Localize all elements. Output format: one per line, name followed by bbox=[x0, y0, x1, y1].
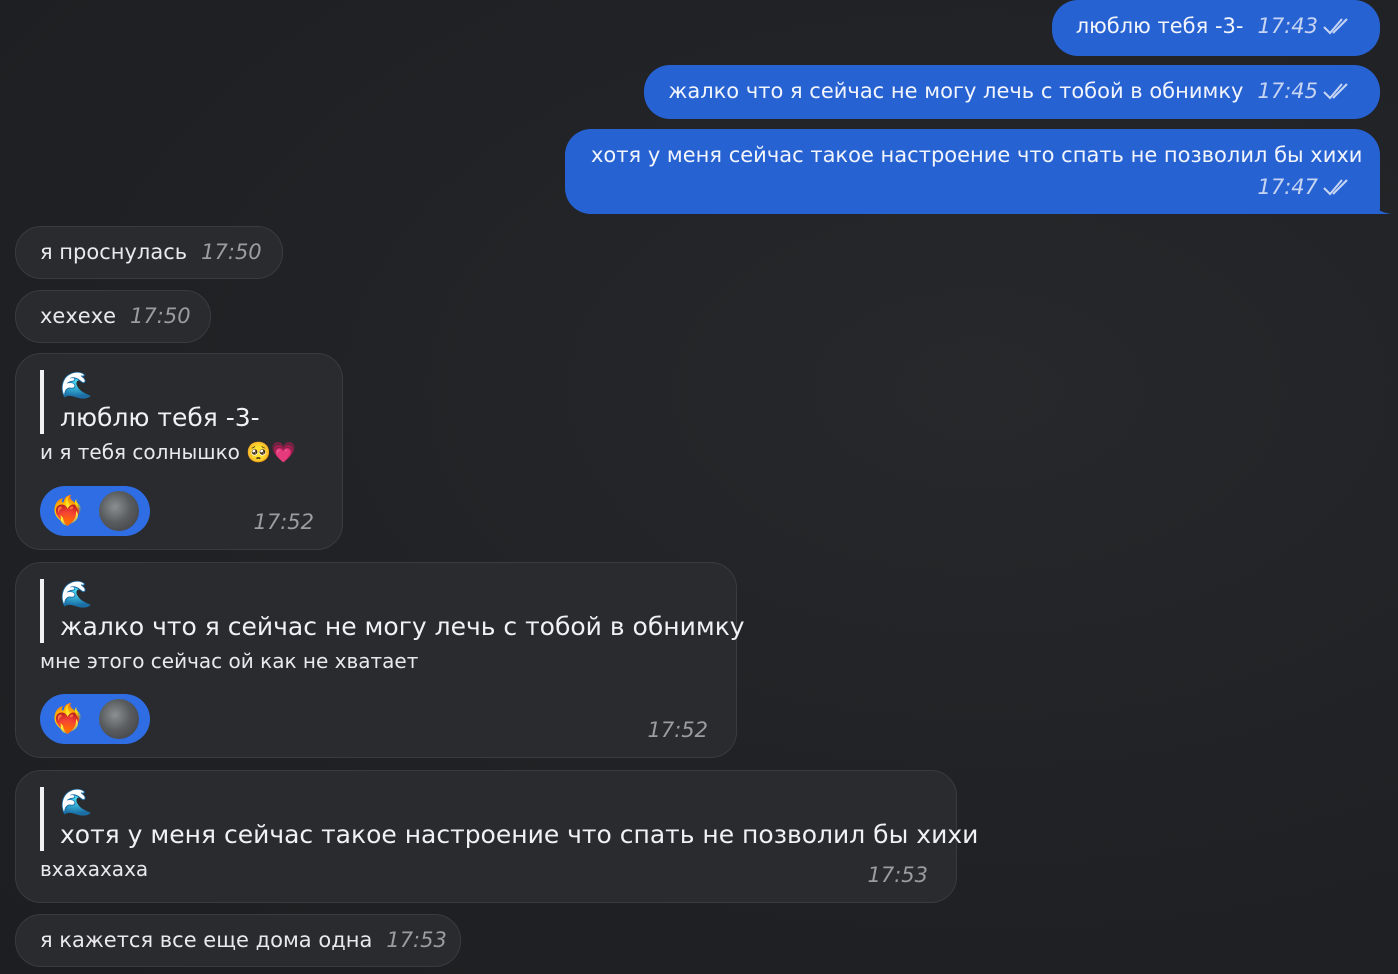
message-time: 17:43 bbox=[1257, 14, 1318, 38]
reply-message[interactable]: 🌊 хотя у меня сейчас такое настроение чт… bbox=[15, 770, 979, 903]
message-text: и я тебя солнышко bbox=[40, 440, 240, 464]
outgoing-message[interactable]: люблю тебя -3- 17:43 bbox=[1051, 0, 1380, 56]
message-text: хехехе bbox=[40, 304, 117, 328]
message-body: вхахахаха bbox=[40, 855, 956, 883]
message-text: вхахахаха bbox=[40, 857, 149, 881]
message-text: жалко что я сейчас не могу лечь с тобой … bbox=[668, 79, 1244, 103]
heart-on-fire-icon: ❤️‍🔥 bbox=[50, 494, 85, 527]
avatar bbox=[96, 697, 141, 741]
message-time: 17:47 bbox=[1257, 175, 1318, 199]
message-time: 17:45 bbox=[1257, 79, 1318, 103]
double-check-icon bbox=[1323, 83, 1348, 100]
wave-icon: 🌊 bbox=[60, 788, 93, 818]
message-text: я проснулась bbox=[40, 240, 188, 264]
outgoing-message[interactable]: хотя у меня сейчас такое настроение что … bbox=[565, 129, 1392, 214]
quoted-message[interactable]: 🌊 хотя у меня сейчас такое настроение чт… bbox=[40, 787, 979, 851]
double-check-icon bbox=[1323, 18, 1348, 35]
incoming-message[interactable]: я кажется все еще дома одна 17:53 bbox=[15, 914, 461, 967]
message-time: 17:50 bbox=[130, 304, 191, 328]
outgoing-message[interactable]: жалко что я сейчас не могу лечь с тобой … bbox=[644, 65, 1380, 119]
message-time: 17:53 bbox=[386, 928, 447, 952]
message-time: 17:53 bbox=[867, 863, 928, 887]
wave-icon: 🌊 bbox=[60, 371, 93, 401]
reaction-chip[interactable]: ❤️‍🔥 bbox=[40, 694, 150, 744]
reply-message[interactable]: 🌊 люблю тебя -3- и я тебя солнышко 🥺💗 ❤️… bbox=[15, 353, 343, 550]
avatar bbox=[96, 489, 141, 533]
incoming-message[interactable]: хехехе 17:50 bbox=[15, 290, 211, 343]
message-text: люблю тебя -3- bbox=[1075, 14, 1244, 38]
wave-icon: 🌊 bbox=[60, 580, 93, 610]
message-time: 17:52 bbox=[253, 510, 314, 534]
message-time: 17:52 bbox=[647, 718, 708, 742]
reaction-chip[interactable]: ❤️‍🔥 bbox=[40, 486, 150, 536]
quoted-message[interactable]: 🌊 жалко что я сейчас не могу лечь с тобо… bbox=[40, 579, 745, 643]
message-time: 17:50 bbox=[201, 240, 262, 264]
quoted-text: хотя у меня сейчас такое настроение что … bbox=[60, 820, 979, 849]
quoted-text: жалко что я сейчас не могу лечь с тобой … bbox=[60, 612, 745, 641]
message-body: мне этого сейчас ой как не хватает bbox=[40, 647, 736, 675]
quoted-text: люблю тебя -3- bbox=[60, 403, 260, 432]
message-text: мне этого сейчас ой как не хватает bbox=[40, 649, 419, 673]
reply-message[interactable]: 🌊 жалко что я сейчас не могу лечь с тобо… bbox=[15, 562, 745, 758]
incoming-message[interactable]: я проснулась 17:50 bbox=[15, 226, 283, 279]
heart-on-fire-icon: ❤️‍🔥 bbox=[50, 702, 85, 735]
emoji-text: 🥺💗 bbox=[246, 440, 297, 464]
quoted-message[interactable]: 🌊 люблю тебя -3- bbox=[40, 370, 342, 434]
chat-view: люблю тебя -3- 17:43 жалко что я сейчас … bbox=[0, 0, 1398, 974]
message-body: и я тебя солнышко 🥺💗 bbox=[40, 438, 342, 466]
bubble-tail bbox=[1368, 194, 1392, 214]
double-check-icon bbox=[1323, 179, 1348, 196]
message-text: хотя у меня сейчас такое настроение что … bbox=[591, 143, 1363, 167]
message-text: я кажется все еще дома одна bbox=[40, 928, 373, 952]
